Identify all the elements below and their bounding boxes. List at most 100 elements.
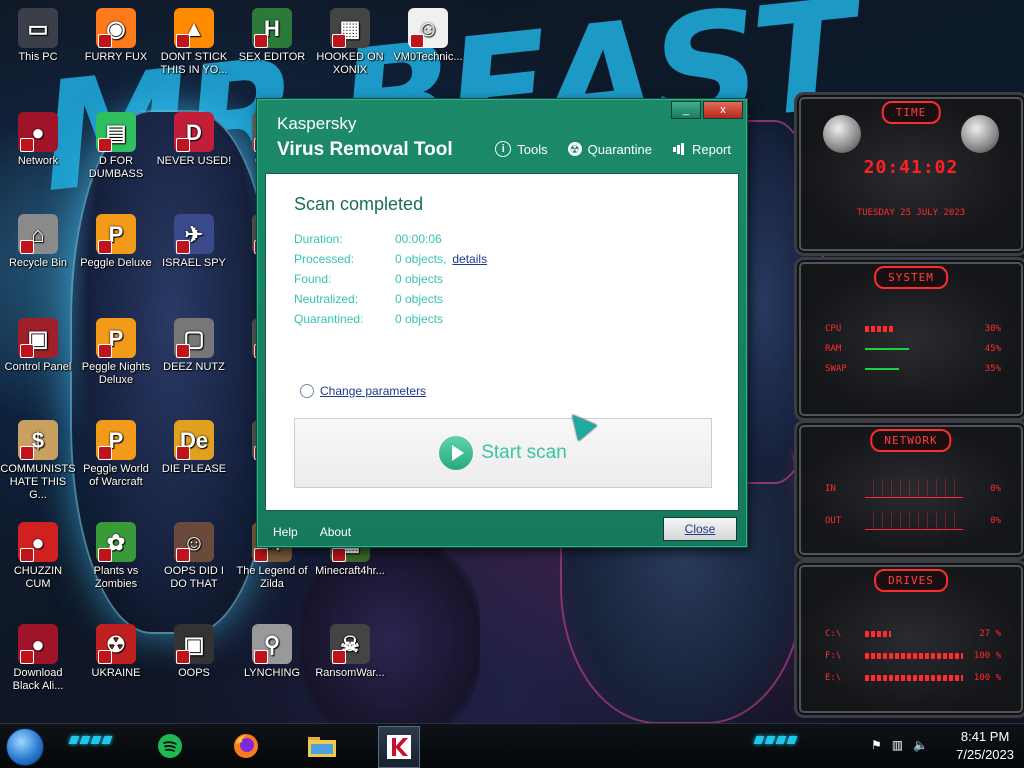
row-name: IN xyxy=(825,483,836,494)
desktop-icon[interactable]: ⚲ LYNCHING xyxy=(234,624,310,680)
windows-stack-icon: ▢ xyxy=(174,318,214,358)
shortcut-badge-icon xyxy=(254,34,268,48)
close-window-button[interactable]: x xyxy=(703,101,743,119)
menu-tools[interactable]: i Tools xyxy=(495,141,548,157)
alienware-icon: ● xyxy=(18,624,58,664)
shortcut-badge-icon xyxy=(20,344,34,358)
taskbar-apps xyxy=(150,726,420,768)
desktop-icon[interactable]: De DIE PLEASE xyxy=(156,420,232,476)
start-button[interactable] xyxy=(6,728,44,766)
desktop-icon[interactable]: H SEX EDITOR xyxy=(234,8,310,64)
radiation-icon: ☢ xyxy=(96,624,136,664)
desktop-icon-label: HOOKED ON XONIX xyxy=(316,51,384,76)
desktop-icon-label: SEX EDITOR xyxy=(238,51,306,63)
shortcut-badge-icon xyxy=(254,548,268,562)
shortcut-badge-icon xyxy=(332,548,346,562)
kaspersky-icon[interactable] xyxy=(378,726,420,768)
traffic-graph xyxy=(865,479,963,498)
desktop-icon[interactable]: P Peggle Nights Deluxe xyxy=(78,318,154,387)
desktop-icon-label: Peggle Nights Deluxe xyxy=(81,361,151,386)
start-scan-button[interactable]: Start scan xyxy=(294,418,712,488)
close-button[interactable]: Close xyxy=(663,517,737,541)
shortcut-badge-icon xyxy=(410,34,424,48)
taskbar: ⚑ ▥ 🔈 8:41 PM 7/25/2023 xyxy=(0,723,1024,768)
stat-value: 0 objects xyxy=(395,292,444,306)
taskbar-clock[interactable]: 8:41 PM 7/25/2023 xyxy=(956,728,1014,764)
firefox-icon[interactable] xyxy=(226,726,266,766)
network-tray-icon[interactable]: ▥ xyxy=(892,738,903,752)
folder-icon[interactable] xyxy=(302,726,342,766)
network-widget: NETWORK IN 0% OUT 0% xyxy=(794,420,1024,560)
stat-value: 0 objects, xyxy=(395,252,447,266)
desktop-icon-label: COMMUNISTS HATE THIS G... xyxy=(0,463,76,501)
desktop-icon[interactable]: ▦ HOOKED ON XONIX xyxy=(312,8,388,77)
about-link[interactable]: About xyxy=(320,525,351,539)
row-name: CPU xyxy=(825,324,842,334)
desktop-icon[interactable]: ▭ This PC xyxy=(0,8,76,64)
volume-icon[interactable]: 🔈 xyxy=(913,738,928,752)
desktop-icon-label: Minecraft4hr... xyxy=(315,565,385,577)
stat-row: Neutralized: 0 objects xyxy=(294,292,487,312)
desktop-icon[interactable]: ▲ DONT STICK THIS IN YO... xyxy=(156,8,232,77)
row-name: RAM xyxy=(825,344,842,354)
menu-report[interactable]: Report xyxy=(672,141,731,157)
help-link[interactable]: Help xyxy=(273,525,298,539)
desktop-icon-label: VM0Technic... xyxy=(393,51,463,63)
shortcut-badge-icon xyxy=(176,138,190,152)
footer-links: Help About xyxy=(273,525,351,539)
stat-value: 00:00:06 xyxy=(395,232,442,246)
report-chart-icon xyxy=(672,142,686,156)
stat-row: Found: 0 objects xyxy=(294,272,487,292)
swap-row: SWAP 35% xyxy=(825,364,1001,374)
minimize-button[interactable]: _ xyxy=(671,101,701,119)
desktop-icon[interactable]: ▣ Control Panel xyxy=(0,318,76,374)
desktop-icon[interactable]: ▢ DEEZ NUTZ xyxy=(156,318,232,374)
row-name: C:\ xyxy=(825,629,842,639)
stat-row: Processed: 0 objects, details xyxy=(294,252,487,272)
flag-icon[interactable]: ⚑ xyxy=(871,738,882,752)
clock-date: 7/25/2023 xyxy=(956,747,1014,762)
spotify-icon[interactable] xyxy=(150,726,190,766)
desktop-icon-label: ISRAEL SPY xyxy=(162,257,226,269)
desktop-icon[interactable]: $ COMMUNISTS HATE THIS G... xyxy=(0,420,76,502)
desktop-icon[interactable]: P Peggle World of Warcraft xyxy=(78,420,154,489)
meter-bar xyxy=(865,326,963,332)
desktop-icon-label: FURRY FUX xyxy=(84,51,148,63)
shortcut-badge-icon xyxy=(20,240,34,254)
desktop-icon[interactable]: ✈ ISRAEL SPY xyxy=(156,214,232,270)
row-value: 45% xyxy=(984,344,1001,354)
desktop-icon[interactable]: ⌂ Recycle Bin xyxy=(0,214,76,270)
meter-bar xyxy=(865,653,963,659)
portrait-icon: ☺ xyxy=(174,522,214,562)
shortcut-badge-icon xyxy=(176,446,190,460)
row-value: 30% xyxy=(984,324,1001,334)
drive-row: C:\ 27 % xyxy=(825,629,1001,639)
spy-icon: ✈ xyxy=(174,214,214,254)
desktop-icon[interactable]: ☺ OOPS DID I DO THAT xyxy=(156,522,232,591)
desktop-icon[interactable]: P Peggle Deluxe xyxy=(78,214,154,270)
desktop-icon[interactable]: ● Network xyxy=(0,112,76,168)
shortcut-badge-icon xyxy=(98,650,112,664)
kaspersky-window: _ x Kaspersky Virus Removal Tool i Tools… xyxy=(256,98,748,548)
menu-quarantine[interactable]: ☢ Quarantine xyxy=(567,141,652,157)
change-parameters-link[interactable]: Change parameters xyxy=(300,384,426,398)
desktop-icon[interactable]: ▣ OOPS xyxy=(156,624,232,680)
desktop-icon[interactable]: ● CHUZZIN CUM xyxy=(0,522,76,591)
desktop-icon[interactable]: D NEVER USED! xyxy=(156,112,232,168)
desktop-icon-label: NEVER USED! xyxy=(156,155,232,167)
quarantine-icon: ☢ xyxy=(567,142,582,156)
change-parameters-label: Change parameters xyxy=(320,384,427,398)
drives-widget: DRIVES C:\ 27 % F:\ 100 % E:\ 100 % xyxy=(794,560,1024,718)
desktop-icon[interactable]: ◉ FURRY FUX xyxy=(78,8,154,64)
details-link[interactable]: details xyxy=(452,252,487,272)
desktop-icon[interactable]: ✿ Plants vs Zombies xyxy=(78,522,154,591)
row-value: 35% xyxy=(984,364,1001,374)
desktop-icon[interactable]: ☠ RansomWar... xyxy=(312,624,388,680)
desktop-icon-label: DIE PLEASE xyxy=(161,463,227,475)
desktop-icon-label: Recycle Bin xyxy=(8,257,68,269)
desktop-icon[interactable]: ● Download Black Ali... xyxy=(0,624,76,693)
desktop-icon[interactable]: ☺ VM0Technic... xyxy=(390,8,466,64)
desktop-icon-label: Download Black Ali... xyxy=(12,667,64,692)
desktop-icon[interactable]: ▤ D FOR DUMBASS xyxy=(78,112,154,181)
desktop-icon[interactable]: ☢ UKRAINE xyxy=(78,624,154,680)
